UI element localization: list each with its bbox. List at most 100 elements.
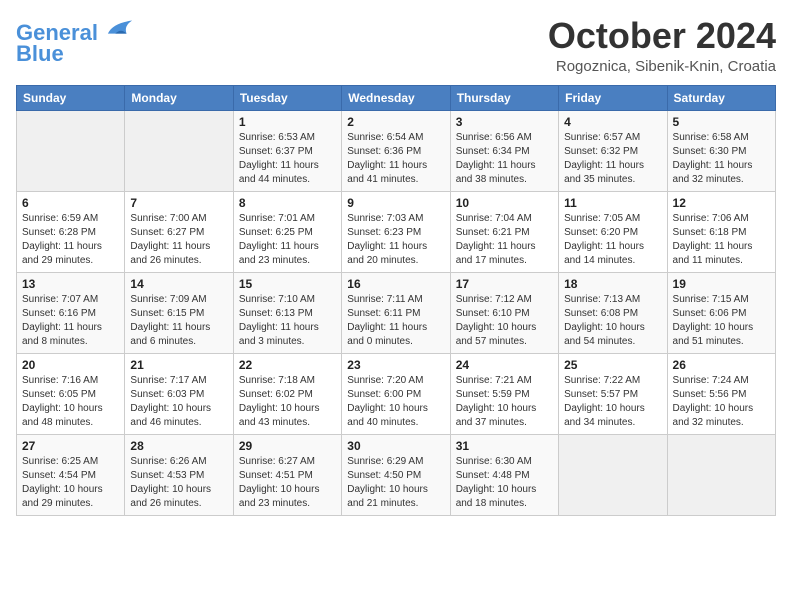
calendar-cell: 17 Sunrise: 7:12 AM Sunset: 6:10 PM Dayli… (450, 272, 558, 353)
calendar-cell: 2Sunrise: 6:54 AM Sunset: 6:36 PM Daylig… (342, 110, 450, 191)
calendar-cell: 30 Sunrise: 6:29 AM Sunset: 4:50 PM Dayli… (342, 434, 450, 515)
weekday-header-monday: Monday (125, 85, 233, 110)
calendar-cell: 4 Sunrise: 6:57 AM Sunset: 6:32 PM Daylig… (559, 110, 667, 191)
day-number: 12 (673, 196, 770, 210)
day-number: 25 (564, 358, 661, 372)
day-number: 15 (239, 277, 336, 291)
day-info: Sunrise: 6:56 AM Sunset: 6:34 PM Dayligh… (456, 131, 553, 187)
calendar-cell: 11 Sunrise: 7:05 AM Sunset: 6:20 PM Dayli… (559, 191, 667, 272)
day-number: 24 (456, 358, 553, 372)
weekday-header-row: SundayMondayTuesdayWednesdayThursdayFrid… (17, 85, 776, 110)
day-info: Sunrise: 6:54 AM Sunset: 6:36 PM Dayligh… (347, 131, 444, 187)
day-info: Sunrise: 7:03 AM Sunset: 6:23 PM Dayligh… (347, 212, 444, 268)
calendar-cell: 14Sunrise: 7:09 AM Sunset: 6:15 PM Dayli… (125, 272, 233, 353)
day-info: Sunrise: 7:00 AM Sunset: 6:27 PM Dayligh… (130, 212, 227, 268)
calendar-cell: 6 Sunrise: 6:59 AM Sunset: 6:28 PM Daylig… (17, 191, 125, 272)
day-info: Sunrise: 7:06 AM Sunset: 6:18 PM Dayligh… (673, 212, 770, 268)
day-info: Sunrise: 7:10 AM Sunset: 6:13 PM Dayligh… (239, 293, 336, 349)
day-info: Sunrise: 7:24 AM Sunset: 5:56 PM Dayligh… (673, 374, 770, 430)
day-info: Sunrise: 7:17 AM Sunset: 6:03 PM Dayligh… (130, 374, 227, 430)
day-info: Sunrise: 7:13 AM Sunset: 6:08 PM Dayligh… (564, 293, 661, 349)
calendar-cell: 27 Sunrise: 6:25 AM Sunset: 4:54 PM Dayli… (17, 434, 125, 515)
calendar-cell: 5 Sunrise: 6:58 AM Sunset: 6:30 PM Daylig… (667, 110, 775, 191)
day-number: 7 (130, 196, 227, 210)
day-info: Sunrise: 7:20 AM Sunset: 6:00 PM Dayligh… (347, 374, 444, 430)
calendar-cell (125, 110, 233, 191)
day-number: 16 (347, 277, 444, 291)
day-number: 17 (456, 277, 553, 291)
day-info: Sunrise: 6:57 AM Sunset: 6:32 PM Dayligh… (564, 131, 661, 187)
calendar-cell: 12 Sunrise: 7:06 AM Sunset: 6:18 PM Dayli… (667, 191, 775, 272)
calendar-cell: 8 Sunrise: 7:01 AM Sunset: 6:25 PM Daylig… (233, 191, 341, 272)
calendar-cell: 28Sunrise: 6:26 AM Sunset: 4:53 PM Dayli… (125, 434, 233, 515)
calendar-cell: 29 Sunrise: 6:27 AM Sunset: 4:51 PM Dayli… (233, 434, 341, 515)
logo-bird-icon (106, 16, 134, 40)
weekday-header-thursday: Thursday (450, 85, 558, 110)
calendar-cell: 31Sunrise: 6:30 AM Sunset: 4:48 PM Dayli… (450, 434, 558, 515)
day-info: Sunrise: 7:22 AM Sunset: 5:57 PM Dayligh… (564, 374, 661, 430)
calendar-cell: 10 Sunrise: 7:04 AM Sunset: 6:21 PM Dayli… (450, 191, 558, 272)
day-number: 11 (564, 196, 661, 210)
day-number: 20 (22, 358, 119, 372)
calendar-cell: 3 Sunrise: 6:56 AM Sunset: 6:34 PM Daylig… (450, 110, 558, 191)
day-info: Sunrise: 6:27 AM Sunset: 4:51 PM Dayligh… (239, 455, 336, 511)
weekday-header-saturday: Saturday (667, 85, 775, 110)
day-number: 29 (239, 439, 336, 453)
calendar-cell: 25 Sunrise: 7:22 AM Sunset: 5:57 PM Dayli… (559, 353, 667, 434)
day-info: Sunrise: 7:11 AM Sunset: 6:11 PM Dayligh… (347, 293, 444, 349)
day-number: 4 (564, 115, 661, 129)
week-row-4: 20 Sunrise: 7:16 AM Sunset: 6:05 PM Dayli… (17, 353, 776, 434)
weekday-header-friday: Friday (559, 85, 667, 110)
day-number: 30 (347, 439, 444, 453)
calendar-cell: 7 Sunrise: 7:00 AM Sunset: 6:27 PM Daylig… (125, 191, 233, 272)
calendar-cell: 16 Sunrise: 7:11 AM Sunset: 6:11 PM Dayli… (342, 272, 450, 353)
weekday-header-sunday: Sunday (17, 85, 125, 110)
calendar-cell: 26Sunrise: 7:24 AM Sunset: 5:56 PM Dayli… (667, 353, 775, 434)
week-row-2: 6 Sunrise: 6:59 AM Sunset: 6:28 PM Daylig… (17, 191, 776, 272)
day-info: Sunrise: 7:01 AM Sunset: 6:25 PM Dayligh… (239, 212, 336, 268)
day-number: 6 (22, 196, 119, 210)
day-number: 23 (347, 358, 444, 372)
location: Rogoznica, Sibenik-Knin, Croatia (548, 58, 776, 75)
calendar-cell: 20 Sunrise: 7:16 AM Sunset: 6:05 PM Dayli… (17, 353, 125, 434)
calendar-cell (17, 110, 125, 191)
calendar-cell: 21Sunrise: 7:17 AM Sunset: 6:03 PM Dayli… (125, 353, 233, 434)
week-row-1: 1Sunrise: 6:53 AM Sunset: 6:37 PM Daylig… (17, 110, 776, 191)
day-info: Sunrise: 6:29 AM Sunset: 4:50 PM Dayligh… (347, 455, 444, 511)
day-info: Sunrise: 6:25 AM Sunset: 4:54 PM Dayligh… (22, 455, 119, 511)
day-info: Sunrise: 6:58 AM Sunset: 6:30 PM Dayligh… (673, 131, 770, 187)
day-number: 22 (239, 358, 336, 372)
day-info: Sunrise: 6:59 AM Sunset: 6:28 PM Dayligh… (22, 212, 119, 268)
calendar-cell (559, 434, 667, 515)
day-number: 18 (564, 277, 661, 291)
day-number: 5 (673, 115, 770, 129)
day-info: Sunrise: 7:12 AM Sunset: 6:10 PM Dayligh… (456, 293, 553, 349)
day-info: Sunrise: 7:05 AM Sunset: 6:20 PM Dayligh… (564, 212, 661, 268)
calendar-cell: 18 Sunrise: 7:13 AM Sunset: 6:08 PM Dayli… (559, 272, 667, 353)
week-row-3: 13Sunrise: 7:07 AM Sunset: 6:16 PM Dayli… (17, 272, 776, 353)
day-info: Sunrise: 7:15 AM Sunset: 6:06 PM Dayligh… (673, 293, 770, 349)
title-block: October 2024 Rogoznica, Sibenik-Knin, Cr… (548, 16, 776, 75)
day-number: 10 (456, 196, 553, 210)
calendar-cell: 15 Sunrise: 7:10 AM Sunset: 6:13 PM Dayli… (233, 272, 341, 353)
day-info: Sunrise: 7:07 AM Sunset: 6:16 PM Dayligh… (22, 293, 119, 349)
day-info: Sunrise: 7:04 AM Sunset: 6:21 PM Dayligh… (456, 212, 553, 268)
logo: General Blue (16, 16, 134, 67)
page-header: General Blue October 2024 Rogoznica, Sib… (16, 16, 776, 75)
month-title: October 2024 (548, 16, 776, 56)
day-number: 9 (347, 196, 444, 210)
calendar-table: SundayMondayTuesdayWednesdayThursdayFrid… (16, 85, 776, 516)
day-number: 1 (239, 115, 336, 129)
day-number: 19 (673, 277, 770, 291)
day-number: 3 (456, 115, 553, 129)
calendar-cell: 19 Sunrise: 7:15 AM Sunset: 6:06 PM Dayli… (667, 272, 775, 353)
day-info: Sunrise: 7:18 AM Sunset: 6:02 PM Dayligh… (239, 374, 336, 430)
calendar-cell: 23 Sunrise: 7:20 AM Sunset: 6:00 PM Dayli… (342, 353, 450, 434)
calendar-cell: 24Sunrise: 7:21 AM Sunset: 5:59 PM Dayli… (450, 353, 558, 434)
day-info: Sunrise: 6:26 AM Sunset: 4:53 PM Dayligh… (130, 455, 227, 511)
week-row-5: 27 Sunrise: 6:25 AM Sunset: 4:54 PM Dayli… (17, 434, 776, 515)
calendar-cell: 13Sunrise: 7:07 AM Sunset: 6:16 PM Dayli… (17, 272, 125, 353)
day-number: 8 (239, 196, 336, 210)
day-number: 27 (22, 439, 119, 453)
day-info: Sunrise: 7:16 AM Sunset: 6:05 PM Dayligh… (22, 374, 119, 430)
